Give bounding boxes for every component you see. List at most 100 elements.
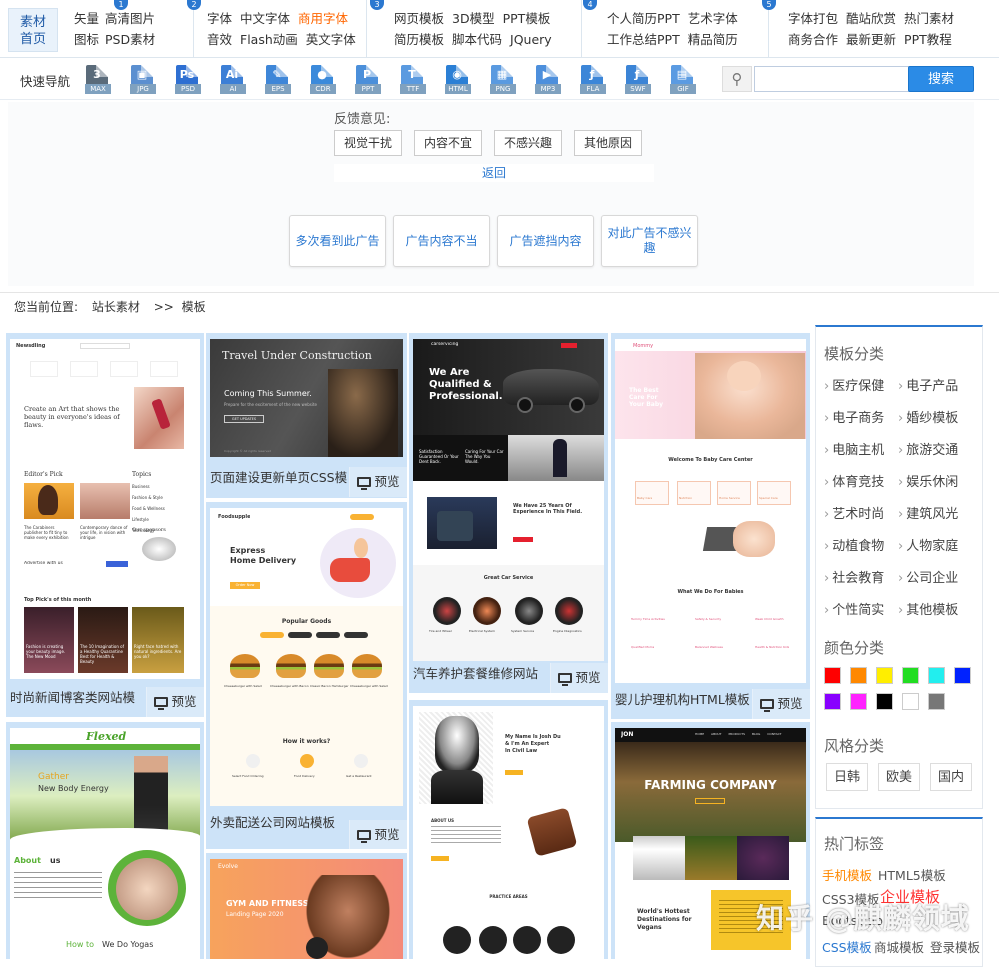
nav-link-fonts[interactable]: 字体 bbox=[207, 11, 232, 26]
template-title[interactable]: 外卖配送公司网站模板 bbox=[210, 812, 348, 831]
nav-link-ppt-tutorial[interactable]: PPT教程 bbox=[904, 32, 952, 47]
category-link[interactable]: 电子商务 bbox=[824, 407, 884, 426]
template-card[interactable]: My Name Is Josh Du & I'm An Expert In Ci… bbox=[409, 700, 608, 959]
filetype-html-icon[interactable]: ◉ HTML bbox=[445, 65, 471, 95]
preview-button[interactable]: 预览 bbox=[550, 663, 608, 693]
feedback-visual-button[interactable]: 视觉干扰 bbox=[334, 130, 402, 156]
nav-link-cool-sites[interactable]: 酷站欣赏 bbox=[846, 11, 896, 26]
template-card[interactable]: Evolve GYM AND FITNESS Landing Page 2020 bbox=[206, 853, 407, 959]
back-link[interactable]: 返回 bbox=[334, 164, 654, 182]
filetype-ttf-icon[interactable]: T TTF bbox=[400, 65, 426, 95]
template-thumbnail[interactable]: carservicing We Are Qualified & Professi… bbox=[413, 339, 604, 661]
template-card[interactable]: Foodsupple Express Home Delivery Order N… bbox=[206, 502, 407, 849]
tag-link[interactable]: 商城模板 bbox=[874, 937, 924, 956]
template-card[interactable]: carservicing We Are Qualified & Professi… bbox=[409, 333, 608, 693]
filetype-ai-icon[interactable]: Ai AI bbox=[220, 65, 246, 95]
nav-link-sound[interactable]: 音效 bbox=[207, 32, 232, 47]
ad-covers-content-button[interactable]: 广告遮挡内容 bbox=[497, 215, 594, 267]
filetype-fla-icon[interactable]: ƒ FLA bbox=[580, 65, 606, 95]
template-thumbnail[interactable]: Mommy The Best Care For Your Baby Welcom… bbox=[615, 339, 806, 683]
template-title[interactable]: 婴儿护理机构HTML模板 bbox=[615, 689, 753, 708]
nav-link-jquery[interactable]: JQuery bbox=[510, 32, 552, 47]
nav-link-business[interactable]: 商务合作 bbox=[788, 32, 838, 47]
template-card[interactable]: Travel Under Construction Coming This Su… bbox=[206, 333, 407, 498]
color-swatch[interactable] bbox=[902, 693, 919, 710]
template-thumbnail[interactable]: Newsdling Create an Art that shows the b… bbox=[10, 339, 200, 679]
nav-link-psd[interactable]: PSD素材 bbox=[105, 32, 155, 47]
nav-link-chinese-fonts[interactable]: 中文字体 bbox=[240, 11, 290, 26]
template-thumbnail[interactable]: Evolve GYM AND FITNESS Landing Page 2020 bbox=[210, 859, 403, 959]
filetype-psd-icon[interactable]: Ps PSD bbox=[175, 65, 201, 95]
color-swatch[interactable] bbox=[824, 693, 841, 710]
category-link[interactable]: 人物家庭 bbox=[898, 535, 958, 554]
category-link[interactable]: 个性简实 bbox=[824, 599, 884, 618]
nav-link-font-pack[interactable]: 字体打包 bbox=[788, 11, 838, 26]
feedback-other-button[interactable]: 其他原因 bbox=[574, 130, 642, 156]
nav-link-vector[interactable]: 矢量 bbox=[74, 11, 99, 26]
template-thumbnail[interactable]: Travel Under Construction Coming This Su… bbox=[210, 339, 403, 457]
template-thumbnail[interactable]: Flexed Gather New Body Energy About us H… bbox=[10, 728, 200, 959]
template-card[interactable]: Newsdling Create an Art that shows the b… bbox=[6, 333, 204, 717]
color-swatch[interactable] bbox=[824, 667, 841, 684]
category-link[interactable]: 电子产品 bbox=[898, 375, 958, 394]
tag-link[interactable]: 手机模板 bbox=[822, 865, 872, 884]
search-button[interactable]: 搜索 bbox=[908, 66, 974, 92]
color-swatch[interactable] bbox=[928, 693, 945, 710]
ad-seen-too-often-button[interactable]: 多次看到此广告 bbox=[289, 215, 386, 267]
tag-link[interactable]: CSS模板 bbox=[822, 937, 872, 956]
category-link[interactable]: 娱乐休闲 bbox=[898, 471, 958, 490]
category-link[interactable]: 婚纱模板 bbox=[898, 407, 958, 426]
category-link[interactable]: 公司企业 bbox=[898, 567, 958, 586]
filetype-swf-icon[interactable]: ƒ SWF bbox=[625, 65, 651, 95]
template-thumbnail[interactable]: Foodsupple Express Home Delivery Order N… bbox=[210, 508, 403, 806]
feedback-not-interested-button[interactable]: 不感兴趣 bbox=[494, 130, 562, 156]
filetype-eps-icon[interactable]: ✎ EPS bbox=[265, 65, 291, 95]
color-swatch[interactable] bbox=[876, 693, 893, 710]
feedback-inappropriate-button[interactable]: 内容不宜 bbox=[414, 130, 482, 156]
nav-link-web-templates[interactable]: 网页模板 bbox=[394, 11, 444, 26]
preview-button[interactable]: 预览 bbox=[752, 689, 810, 719]
nav-link-3d-models[interactable]: 3D模型 bbox=[452, 11, 495, 26]
nav-link-commercial-fonts[interactable]: 商用字体 bbox=[298, 11, 348, 26]
preview-button[interactable]: 预览 bbox=[146, 687, 204, 717]
nav-link-icons[interactable]: 图标 bbox=[74, 32, 99, 47]
ad-not-interested-button[interactable]: 对此广告不感兴趣 bbox=[601, 215, 698, 267]
breadcrumb-home-link[interactable]: 站长素材 bbox=[92, 300, 140, 314]
category-link[interactable]: 体育竞技 bbox=[824, 471, 884, 490]
nav-link-ppt-templates[interactable]: PPT模板 bbox=[503, 11, 551, 26]
category-link[interactable]: 医疗保健 bbox=[824, 375, 884, 394]
filetype-png-icon[interactable]: ▦ PNG bbox=[490, 65, 516, 95]
nav-link-resume-templates[interactable]: 简历模板 bbox=[394, 32, 444, 47]
category-link[interactable]: 动植食物 bbox=[824, 535, 884, 554]
template-thumbnail[interactable]: My Name Is Josh Du & I'm An Expert In Ci… bbox=[413, 706, 604, 959]
style-western-button[interactable]: 欧美 bbox=[878, 763, 920, 791]
style-domestic-button[interactable]: 国内 bbox=[930, 763, 972, 791]
color-swatch[interactable] bbox=[850, 667, 867, 684]
tag-link[interactable]: 登录模板 bbox=[930, 937, 980, 956]
template-title[interactable]: 页面建设更新单页CSS模 bbox=[210, 467, 348, 486]
category-link[interactable]: 其他模板 bbox=[898, 599, 958, 618]
nav-link-latest[interactable]: 最新更新 bbox=[846, 32, 896, 47]
template-card[interactable]: Mommy The Best Care For Your Baby Welcom… bbox=[611, 333, 810, 719]
home-link[interactable]: 素材 首页 bbox=[8, 8, 58, 52]
category-link[interactable]: 社会教育 bbox=[824, 567, 884, 586]
filetype-jpg-icon[interactable]: ▣ JPG bbox=[130, 65, 156, 95]
ad-inappropriate-button[interactable]: 广告内容不当 bbox=[393, 215, 490, 267]
filetype-ppt-icon[interactable]: P PPT bbox=[355, 65, 381, 95]
category-link[interactable]: 旅游交通 bbox=[898, 439, 958, 458]
nav-link-work-summary-ppt[interactable]: 工作总结PPT bbox=[607, 32, 680, 47]
tag-link[interactable]: HTML5模板 bbox=[878, 865, 946, 884]
nav-link-personal-ppt[interactable]: 个人简历PPT bbox=[607, 11, 680, 26]
breadcrumb-current[interactable]: 模板 bbox=[182, 300, 206, 314]
category-link[interactable]: 建筑风光 bbox=[898, 503, 958, 522]
nav-link-flash[interactable]: Flash动画 bbox=[240, 32, 298, 47]
template-title[interactable]: 时尚新闻博客类网站模 bbox=[10, 687, 135, 706]
color-swatch[interactable] bbox=[954, 667, 971, 684]
nav-link-hot-assets[interactable]: 热门素材 bbox=[904, 11, 954, 26]
color-swatch[interactable] bbox=[876, 667, 893, 684]
nav-link-premium-resume[interactable]: 精品简历 bbox=[688, 32, 738, 47]
color-swatch[interactable] bbox=[850, 693, 867, 710]
preview-button[interactable]: 预览 bbox=[349, 820, 407, 849]
color-swatch[interactable] bbox=[928, 667, 945, 684]
preview-button[interactable]: 预览 bbox=[349, 467, 407, 497]
